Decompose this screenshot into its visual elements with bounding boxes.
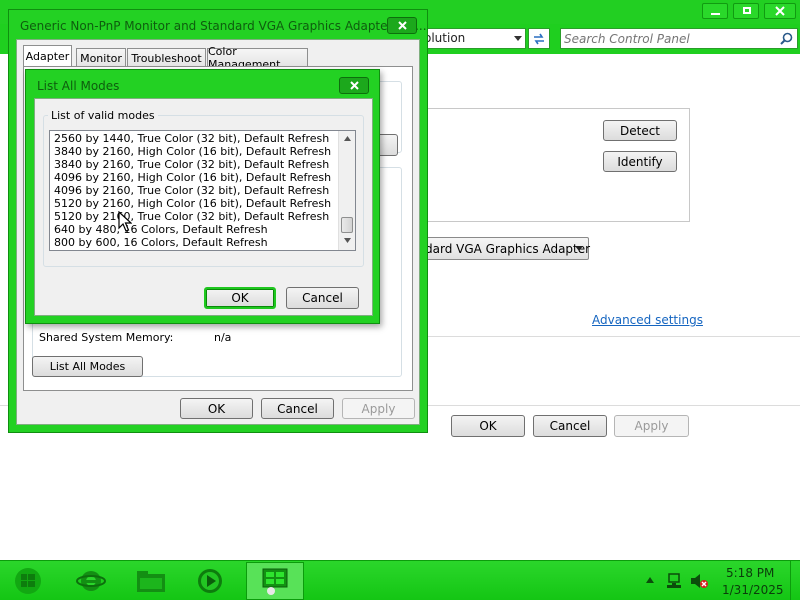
list-item[interactable]: 800 by 600, 16 Colors, Default Refresh (54, 236, 268, 249)
vertical-scrollbar[interactable] (338, 131, 355, 250)
advanced-settings-link[interactable]: Advanced settings (592, 313, 703, 327)
taskbar-file-explorer[interactable] (122, 562, 180, 600)
minimize-icon (711, 13, 720, 15)
modes-listbox[interactable]: 2560 by 1440, True Color (32 bit), Defau… (49, 130, 356, 251)
list-modes-client-area: List of valid modes 2560 by 1440, True C… (34, 98, 373, 316)
shared-memory-label: Shared System Memory: (39, 331, 174, 344)
internet-explorer-icon (76, 571, 106, 591)
detect-button[interactable]: Detect (603, 120, 677, 141)
media-player-icon (198, 569, 222, 593)
list-modes-cancel-button[interactable]: Cancel (286, 287, 359, 309)
chevron-down-icon (575, 246, 583, 251)
list-item[interactable]: 3840 by 2160, True Color (32 bit), Defau… (54, 158, 329, 171)
properties-apply-button: Apply (342, 398, 415, 419)
minimize-button[interactable] (702, 3, 728, 19)
list-item[interactable]: 5120 by 2160, High Color (16 bit), Defau… (54, 197, 331, 210)
show-hidden-icons-icon[interactable] (646, 577, 654, 583)
list-item[interactable]: 2560 by 1440, True Color (32 bit), Defau… (54, 132, 329, 145)
mouse-cursor-icon (118, 211, 132, 232)
taskbar-control-panel[interactable] (246, 562, 304, 600)
properties-ok-button[interactable]: OK (180, 398, 253, 419)
address-text: olution (424, 31, 466, 45)
tab-adapter[interactable]: Adapter (23, 45, 72, 67)
address-bar[interactable]: olution (420, 28, 526, 49)
shared-memory-value: n/a (214, 331, 232, 344)
tab-troubleshoot[interactable]: Troubleshoot (127, 48, 206, 67)
properties-cancel-button[interactable]: Cancel (261, 398, 334, 419)
control-panel-icon (262, 568, 288, 595)
display-select-value: dard VGA Graphics Adapter (425, 242, 591, 256)
search-input[interactable] (564, 30, 774, 47)
valid-modes-label: List of valid modes (48, 109, 158, 122)
separator (420, 336, 800, 337)
taskbar-internet-explorer[interactable] (62, 562, 120, 600)
window-close-button[interactable] (764, 3, 796, 19)
volume-muted-icon[interactable] (690, 573, 708, 589)
windows-logo-icon (15, 568, 41, 594)
search-box[interactable] (560, 28, 798, 49)
close-icon (397, 21, 407, 30)
background-apply-button: Apply (614, 415, 689, 437)
clock-time[interactable]: 5:18 PM (726, 566, 774, 580)
list-item[interactable]: 3840 by 2160, High Color (16 bit), Defau… (54, 145, 331, 158)
display-select[interactable]: dard VGA Graphics Adapter (420, 237, 591, 260)
refresh-icon (534, 33, 544, 44)
tab-color-management[interactable]: Color Management (207, 45, 308, 71)
background-ok-button[interactable]: OK (451, 415, 525, 437)
start-button[interactable] (0, 562, 56, 600)
show-desktop-button[interactable] (790, 561, 800, 600)
properties-dialog-title: Generic Non-PnP Monitor and Standard VGA… (20, 19, 427, 33)
scroll-down-icon[interactable] (344, 238, 351, 243)
list-modes-dialog: List All Modes List of valid modes 2560 … (25, 69, 380, 324)
list-item[interactable]: 4096 by 2160, True Color (32 bit), Defau… (54, 184, 329, 197)
list-modes-close-button[interactable] (339, 77, 369, 94)
refresh-button[interactable] (528, 28, 550, 49)
chevron-down-icon[interactable] (514, 36, 522, 42)
restore-icon (743, 7, 751, 14)
scrollbar-thumb[interactable] (341, 217, 353, 233)
tab-monitor[interactable]: Monitor (76, 48, 126, 67)
list-modes-dialog-title: List All Modes (37, 79, 120, 93)
list-item[interactable]: 5120 by 2160, True Color (32 bit), Defau… (54, 210, 329, 223)
identify-button[interactable]: Identify (603, 151, 677, 172)
network-icon[interactable] (666, 573, 682, 589)
background-cancel-button[interactable]: Cancel (533, 415, 607, 437)
list-all-modes-button[interactable]: List All Modes (32, 356, 143, 377)
folder-icon (137, 571, 165, 592)
restore-button[interactable] (733, 3, 759, 19)
search-icon[interactable] (780, 32, 793, 45)
list-modes-ok-button[interactable]: OK (204, 287, 276, 309)
scroll-up-icon[interactable] (344, 136, 351, 141)
close-icon (349, 81, 359, 90)
list-item[interactable]: 640 by 480, 16 Colors, Default Refresh (54, 223, 268, 236)
taskbar-media-player[interactable] (181, 562, 239, 600)
properties-close-button[interactable] (387, 17, 417, 34)
list-item[interactable]: 4096 by 2160, High Color (16 bit), Defau… (54, 171, 331, 184)
close-icon (775, 6, 785, 16)
clock-date[interactable]: 1/31/2025 (722, 583, 784, 597)
